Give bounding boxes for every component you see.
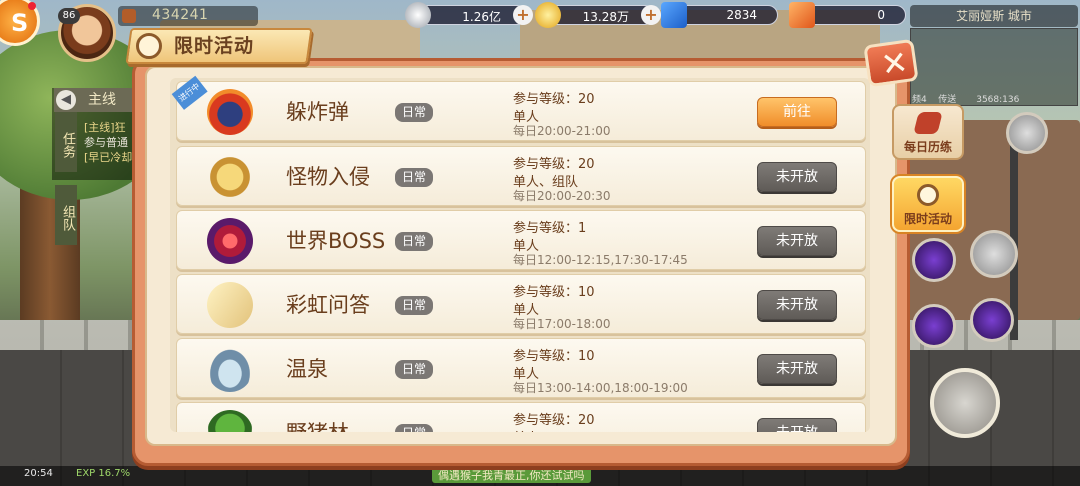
- not-open-button[interactable]: 未开放: [757, 418, 837, 432]
- activity-name: 怪物入侵: [286, 165, 370, 189]
- exp-indicator: EXP 16.7%: [76, 468, 131, 479]
- not-open-button[interactable]: 未开放: [757, 290, 837, 320]
- star-currency: 0: [789, 2, 906, 28]
- notification-dot: [28, 2, 36, 10]
- add-silver-button[interactable]: +: [513, 5, 533, 25]
- activity-time: 每日20:00-21:00: [513, 124, 611, 138]
- team-tab[interactable]: 组队: [55, 185, 77, 245]
- bomb-icon: [207, 89, 253, 135]
- star-ticket-icon: [789, 2, 815, 28]
- alarm-clock-icon: [136, 33, 162, 59]
- skill-button[interactable]: [912, 304, 956, 348]
- tab-label: 每日历练: [903, 140, 952, 154]
- not-open-button[interactable]: 未开放: [757, 226, 837, 256]
- alarm-clock-icon: [917, 184, 939, 206]
- activity-level-requirement: 参与等级：20: [513, 413, 595, 428]
- activity-level-requirement: 参与等级：10: [513, 285, 595, 300]
- activity-time: 每日20:00-20:30: [513, 189, 611, 203]
- quest-line: 参与普通: [84, 136, 128, 149]
- activity-level-requirement: 参与等级：10: [513, 349, 595, 364]
- current-city-label[interactable]: 艾丽娅斯 城市: [910, 5, 1078, 27]
- gold-value: 13.28万: [582, 10, 629, 24]
- activity-name: 世界BOSS: [286, 229, 386, 253]
- bottom-status-bar: 20:54 EXP 16.7% 偶遇猴子我青最正,你还试试吗: [0, 466, 1080, 486]
- activity-row[interactable]: 进行中 躲炸弹 日常 参与等级：20 单人 每日20:00-21:00 前往: [171, 75, 866, 141]
- silver-value: 1.26亿: [462, 10, 501, 24]
- power-icon: [122, 9, 136, 23]
- activity-tag: 日常: [395, 168, 433, 187]
- not-open-button[interactable]: 未开放: [757, 354, 837, 384]
- star-value: 0: [877, 8, 885, 22]
- activity-row[interactable]: 彩虹问答 日常 参与等级：10 单人 每日17:00-18:00 未开放: [176, 274, 866, 334]
- activity-name: 躲炸弹: [286, 100, 349, 124]
- silver-coin-icon: [405, 2, 431, 28]
- tab-daily-training[interactable]: 每日历练: [892, 104, 964, 160]
- ticket-currency: 2834: [661, 2, 778, 28]
- close-button[interactable]: ✕: [863, 38, 919, 88]
- activity-tag: 日常: [395, 232, 433, 251]
- ticket-icon: [661, 2, 687, 28]
- activity-row-clip: 野猪林 日常 参与等级：20 单人 未开放: [176, 402, 866, 432]
- activity-row[interactable]: 怪物入侵 日常 参与等级：20 单人、组队 每日20:00-20:30 未开放: [176, 146, 866, 206]
- close-icon: ✕: [878, 42, 911, 85]
- activity-time: 每日12:00-12:15,17:30-17:45: [513, 253, 688, 267]
- quest-description[interactable]: [主线]狂 参与普通 [早已冷却: [84, 120, 132, 165]
- activity-tag: 日常: [395, 103, 433, 122]
- boss-skull-icon: [207, 218, 253, 264]
- skill-button[interactable]: [912, 238, 956, 282]
- boar-forest-icon: [207, 410, 253, 432]
- activity-row[interactable]: 世界BOSS 日常 参与等级：1 单人 每日12:00-12:15,17:30-…: [176, 210, 866, 270]
- hot-spring-icon: [207, 346, 253, 392]
- daily-training-icon: [913, 112, 943, 134]
- activity-row[interactable]: 野猪林 日常 参与等级：20 单人 未开放: [176, 402, 866, 432]
- map-coordinates: 3568:136: [976, 95, 1020, 105]
- collapse-arrow-icon[interactable]: ◀: [56, 90, 76, 110]
- chat-message[interactable]: 偶遇猴子我青最正,你还试试吗: [432, 467, 591, 483]
- activity-name: 温泉: [286, 357, 328, 381]
- attack-button[interactable]: [930, 368, 1000, 438]
- ticket-value: 2834: [726, 8, 757, 22]
- go-button[interactable]: 前往: [757, 97, 837, 127]
- combat-power-value: 434241: [152, 7, 209, 23]
- gold-coin-icon: [535, 2, 561, 28]
- gold-currency: 13.28万 +: [535, 2, 661, 28]
- menu-toggle-button[interactable]: [1006, 112, 1048, 154]
- modal-title: 限时活动: [174, 35, 255, 57]
- activity-time: 每日13:00-14:00,18:00-19:00: [513, 381, 688, 395]
- quest-line: [主线]狂: [84, 121, 126, 134]
- silver-currency: 1.26亿 +: [405, 2, 533, 28]
- player-level-badge: 86: [58, 8, 80, 24]
- activity-row[interactable]: 温泉 日常 参与等级：10 单人 每日13:00-14:00,18:00-19:…: [176, 338, 866, 398]
- quiz-scroll-icon: [203, 278, 257, 332]
- tab-label: 限时活动: [903, 212, 952, 226]
- activity-level-requirement: 参与等级：1: [513, 221, 587, 236]
- quest-line: [早已冷却: [84, 151, 133, 164]
- activity-tag: 日常: [395, 360, 433, 379]
- activity-level-requirement: 参与等级：20: [513, 157, 595, 172]
- activity-tag: 日常: [395, 296, 433, 315]
- activity-name: 野猪林: [286, 417, 349, 432]
- combat-power-display: 434241: [118, 6, 258, 26]
- monster-dragon-icon: [207, 154, 253, 200]
- activity-time: 每日17:00-18:00: [513, 317, 611, 331]
- activity-level-requirement: 参与等级：20: [513, 92, 595, 107]
- street-lamp: [1010, 120, 1018, 340]
- activity-mode: 单人: [513, 427, 539, 432]
- activity-name: 彩虹问答: [286, 293, 370, 317]
- add-gold-button[interactable]: +: [641, 5, 661, 25]
- tab-limited-activity[interactable]: 限时活动: [892, 176, 964, 232]
- activity-tag: 日常: [395, 424, 433, 432]
- task-tab[interactable]: 任务: [55, 112, 77, 172]
- skill-button[interactable]: [970, 230, 1018, 278]
- clock-time: 20:54: [24, 468, 53, 479]
- skill-button[interactable]: [970, 298, 1014, 342]
- not-open-button[interactable]: 未开放: [757, 162, 837, 192]
